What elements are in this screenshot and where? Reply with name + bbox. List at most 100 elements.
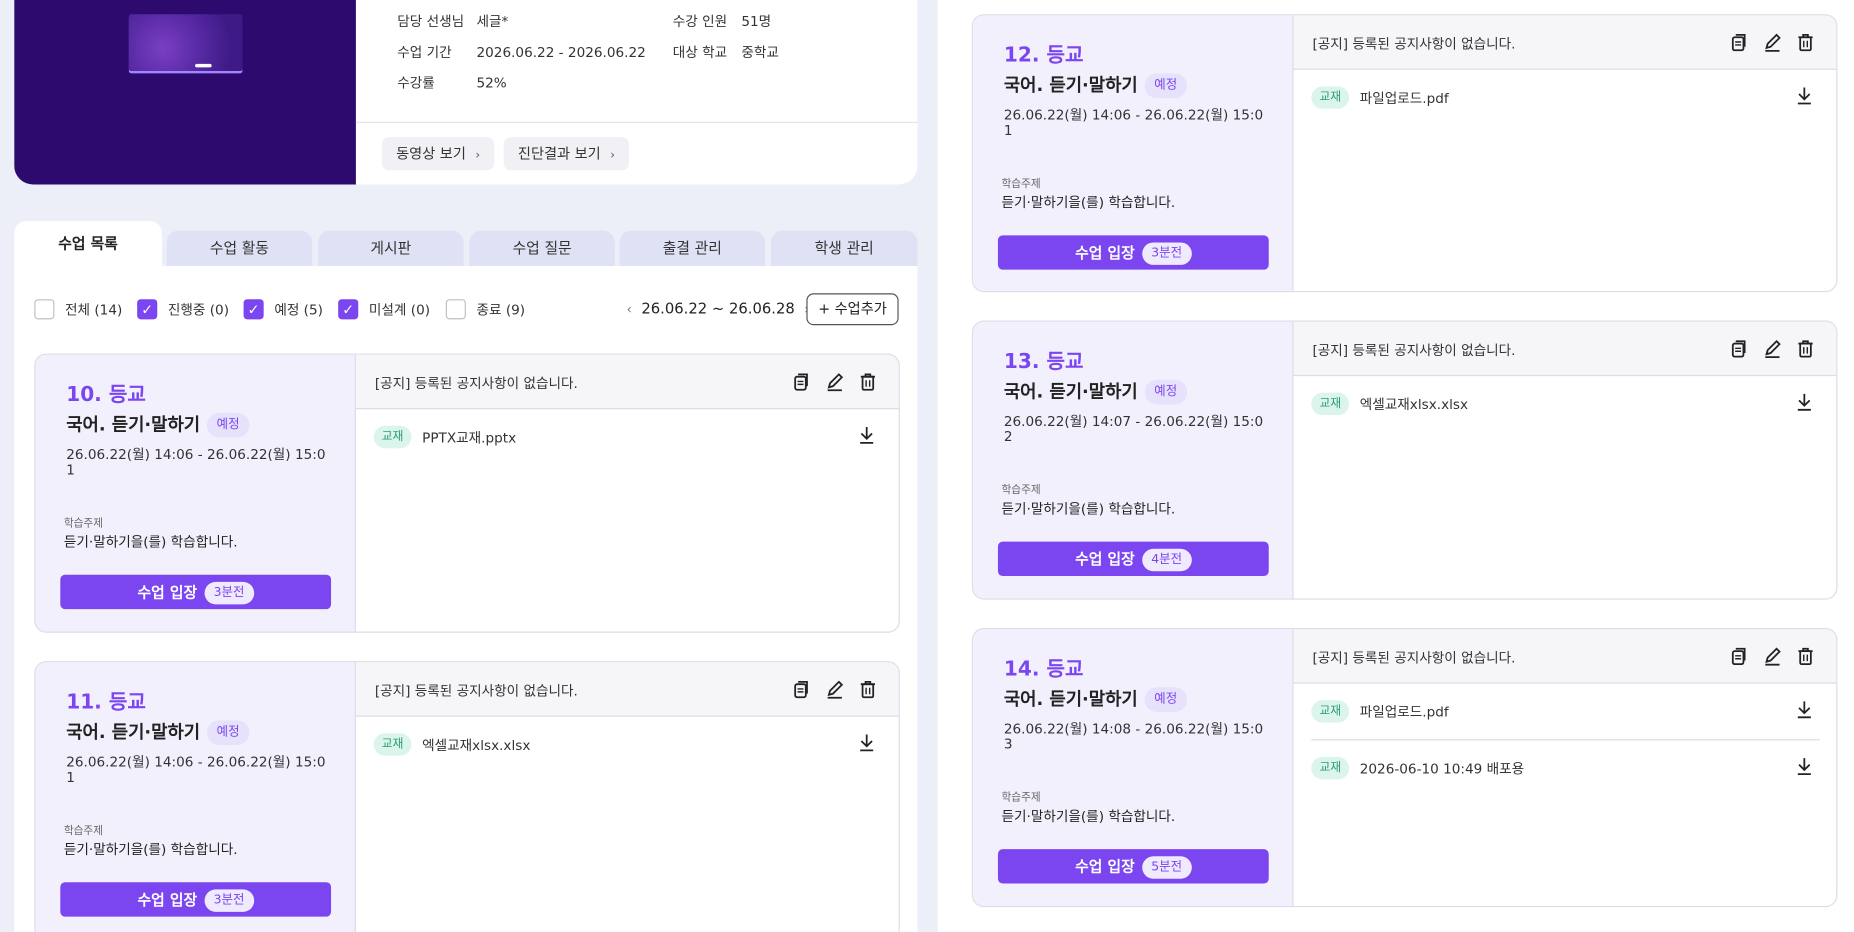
class-number: 14. 등교: [1003, 657, 1084, 682]
trash-icon[interactable]: [856, 678, 880, 702]
card-actions: [1718, 31, 1817, 55]
class-summary: 10. 등교 국어. 듣기·말하기 예정 26.06.22(월) 14:06 - …: [35, 354, 356, 632]
tab-board[interactable]: 게시판: [318, 230, 464, 267]
download-icon[interactable]: [1796, 700, 1817, 721]
copy-icon[interactable]: [1727, 645, 1751, 669]
checkbox-checked[interactable]: ✓: [243, 299, 264, 320]
copy-icon[interactable]: [790, 678, 814, 702]
enter-class-button[interactable]: 수업 입장 3분전: [997, 235, 1269, 270]
class-time: 26.06.22(월) 14:08 - 26.06.22(월) 15:03: [1003, 720, 1264, 753]
topic-label: 학습주제: [1001, 484, 1041, 497]
copy-icon[interactable]: [790, 370, 814, 394]
class-time: 26.06.22(월) 14:06 - 26.06.22(월) 15:01: [66, 445, 326, 478]
add-class-button[interactable]: + 수업추가: [806, 293, 899, 326]
class-summary: 14. 등교 국어. 듣기·말하기 예정 26.06.22(월) 14:08 - …: [973, 629, 1294, 906]
tab-students[interactable]: 학생 관리: [770, 230, 918, 267]
edit-icon[interactable]: [823, 370, 847, 394]
checkbox-checked[interactable]: ✓: [338, 299, 359, 320]
download-icon[interactable]: [858, 426, 879, 447]
date-range-nav: ‹26.06.22 ~ 26.06.28›: [617, 299, 819, 317]
file-name: 엑셀교재xlsx.xlsx: [1359, 396, 1469, 413]
material-file-row: 교재 엑셀교재xlsx.xlsx: [373, 717, 882, 774]
download-icon[interactable]: [1796, 86, 1817, 107]
notice-text: [공지] 등록된 공지사항이 없습니다.: [374, 682, 578, 699]
class-summary: 11. 등교 국어. 듣기·말하기 예정 26.06.22(월) 14:06 - …: [35, 662, 356, 932]
notice-text: [공지] 등록된 공지사항이 없습니다.: [1312, 341, 1516, 359]
trash-icon[interactable]: [1794, 645, 1818, 669]
checkbox[interactable]: [34, 299, 55, 320]
checkbox[interactable]: [445, 299, 466, 320]
trash-icon[interactable]: [1794, 337, 1818, 361]
edit-icon[interactable]: [1761, 31, 1785, 55]
trash-icon[interactable]: [1794, 31, 1818, 55]
tab-class-activity[interactable]: 수업 활동: [166, 230, 313, 267]
enter-class-button[interactable]: 수업 입장 3분전: [60, 574, 332, 610]
info-progress: 수강률 52%: [397, 73, 506, 92]
diagnosis-button[interactable]: 진단결과 보기 ›: [503, 137, 630, 171]
class-time: 26.06.22(월) 14:07 - 26.06.22(월) 15:02: [1003, 412, 1264, 445]
topic-text: 듣기·말하기을(를) 학습합니다.: [1001, 500, 1176, 517]
edit-icon[interactable]: [1761, 337, 1785, 361]
card-actions: [780, 370, 879, 394]
notice-bar: [공지] 등록된 공지사항이 없습니다.: [1293, 629, 1837, 684]
filter-in-progress[interactable]: ✓ 진행중 (0): [137, 299, 229, 320]
checkbox-checked[interactable]: ✓: [137, 299, 158, 320]
enter-class-button[interactable]: 수업 입장 3분전: [60, 882, 332, 917]
course-info-card: 담당 선생님 세글* 수강 인원 51명 수업 기간 2026.06.22 - 202…: [14, 0, 918, 185]
material-file-row: 교재 PPTX교재.pptx: [373, 409, 882, 466]
download-icon[interactable]: [1796, 393, 1817, 414]
class-time: 26.06.22(월) 14:06 - 26.06.22(월) 15:01: [1003, 106, 1264, 139]
filter-scheduled[interactable]: ✓ 예정 (5): [243, 299, 323, 320]
class-card: 11. 등교 국어. 듣기·말하기 예정 26.06.22(월) 14:06 - …: [34, 661, 900, 932]
notice-bar: [공지] 등록된 공지사항이 없습니다.: [355, 354, 899, 410]
class-subject: 국어. 듣기·말하기 예정: [66, 719, 249, 746]
notice-bar: [공지] 등록된 공지사항이 없습니다.: [355, 662, 899, 717]
filter-ended[interactable]: 종료 (9): [445, 299, 526, 320]
topic-label: 학습주제: [63, 518, 104, 530]
class-card: 13. 등교 국어. 듣기·말하기 예정 26.06.22(월) 14:07 - …: [971, 320, 1838, 600]
file-name: 파일업로드.pdf: [1359, 703, 1449, 721]
topic-text: 듣기·말하기을(를) 학습합니다.: [1001, 193, 1176, 211]
filter-all[interactable]: 전체 (14): [34, 299, 122, 320]
copy-icon[interactable]: [1727, 31, 1751, 55]
tab-questions[interactable]: 수업 질문: [469, 230, 615, 267]
enter-class-button[interactable]: 수업 입장 5분전: [997, 849, 1269, 884]
class-number: 13. 등교: [1003, 350, 1084, 374]
info-teacher: 담당 선생님 세글*: [397, 12, 508, 31]
chevron-right-icon: ›: [610, 149, 615, 163]
card-actions: [1718, 645, 1817, 669]
enter-class-button[interactable]: 수업 입장 4분전: [997, 541, 1269, 576]
class-card: 14. 등교 국어. 듣기·말하기 예정 26.06.22(월) 14:08 - …: [971, 628, 1838, 908]
download-icon[interactable]: [1796, 757, 1817, 778]
tab-class-list[interactable]: 수업 목록: [14, 221, 162, 267]
edit-icon[interactable]: [823, 678, 847, 702]
enter-label: 수업 입장: [1075, 857, 1135, 876]
app-root: 담당 선생님 세글* 수강 인원 51명 수업 기간 2026.06.22 - 202…: [0, 0, 1854, 932]
filter-label: 예정 (5): [274, 300, 323, 318]
class-number: 11. 등교: [66, 690, 146, 715]
filter-label: 종료 (9): [476, 300, 526, 318]
status-badge: 예정: [207, 412, 249, 438]
chevron-left-icon[interactable]: ‹: [627, 302, 632, 317]
download-icon[interactable]: [858, 733, 879, 754]
file-name: 파일업로드.pdf: [1359, 89, 1449, 107]
class-time: 26.06.22(월) 14:06 - 26.06.22(월) 15:01: [66, 753, 326, 786]
filter-undesigned[interactable]: ✓ 미설계 (0): [338, 299, 430, 320]
class-detail: [공지] 등록된 공지사항이 없습니다. 교재 파일업로드.pdf: [1293, 15, 1837, 291]
status-badge: 예정: [1144, 379, 1187, 405]
video-button[interactable]: 동영상 보기 ›: [381, 137, 495, 171]
topic-text: 듣기·말하기을(를) 학습합니다.: [1001, 807, 1176, 825]
material-file-row: 교재 엑셀교재xlsx.xlsx: [1311, 376, 1819, 433]
copy-icon[interactable]: [1727, 337, 1751, 361]
minutes-badge: 3분전: [204, 581, 254, 605]
material-tag: 교재: [1311, 86, 1350, 109]
edit-icon[interactable]: [1761, 645, 1785, 669]
file-name: PPTX교재.pptx: [422, 429, 517, 446]
enter-label: 수업 입장: [137, 583, 198, 601]
trash-icon[interactable]: [856, 370, 880, 394]
class-number: 12. 등교: [1003, 43, 1084, 68]
subject-text: 국어. 듣기·말하기: [1003, 380, 1138, 403]
tab-attendance[interactable]: 출결 관리: [619, 230, 766, 267]
notice-text: [공지] 등록된 공지사항이 없습니다.: [1312, 35, 1516, 53]
info-label: 대상 학교: [672, 43, 728, 61]
